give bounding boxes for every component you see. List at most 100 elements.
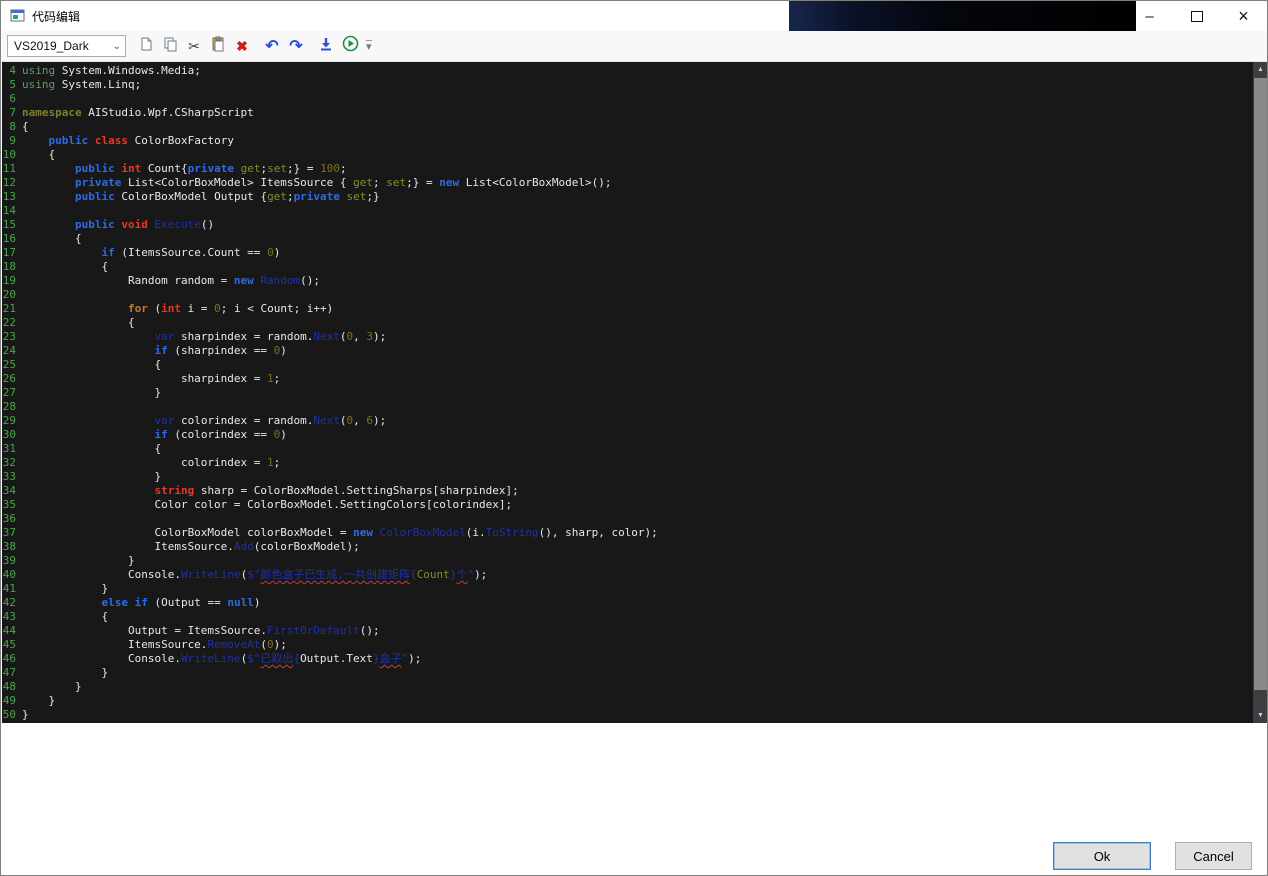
code-line[interactable]: 48 } xyxy=(2,680,1253,694)
code-line[interactable]: 10 { xyxy=(2,148,1253,162)
code-line[interactable]: 41 } xyxy=(2,582,1253,596)
code-line-text: } xyxy=(22,680,82,694)
scroll-down-arrow-icon[interactable]: ▼ xyxy=(1253,708,1268,723)
code-line[interactable]: 32 colorindex = 1; xyxy=(2,456,1253,470)
code-line[interactable]: 24 if (sharpindex == 0) xyxy=(2,344,1253,358)
code-line[interactable]: 30 if (colorindex == 0) xyxy=(2,428,1253,442)
code-line[interactable]: 12 private List<ColorBoxModel> ItemsSour… xyxy=(2,176,1253,190)
code-line[interactable]: 34 string sharp = ColorBoxModel.SettingS… xyxy=(2,484,1253,498)
undo-button[interactable]: ↶ xyxy=(260,34,284,58)
code-line[interactable]: 43 { xyxy=(2,610,1253,624)
toolbar: VS2019_Dark ⌄ ✂ xyxy=(2,31,1268,62)
code-line-text: { xyxy=(22,120,29,134)
code-line-text: } xyxy=(22,582,108,596)
scroll-up-arrow-icon[interactable]: ▲ xyxy=(1253,62,1268,77)
code-line[interactable]: 47 } xyxy=(2,666,1253,680)
code-line[interactable]: 19 Random random = new Random(); xyxy=(2,274,1253,288)
code-line[interactable]: 17 if (ItemsSource.Count == 0) xyxy=(2,246,1253,260)
code-line[interactable]: 46 Console.WriteLine($"已取出{Output.Text}盒… xyxy=(2,652,1253,666)
code-line[interactable]: 18 { xyxy=(2,260,1253,274)
cancel-button[interactable]: Cancel xyxy=(1175,842,1252,870)
code-line[interactable]: 7namespace AIStudio.Wpf.CSharpScript xyxy=(2,106,1253,120)
code-line[interactable]: 38 ItemsSource.Add(colorBoxModel); xyxy=(2,540,1253,554)
run-button[interactable] xyxy=(338,34,362,58)
line-number: 13 xyxy=(2,190,16,204)
redo-button[interactable]: ↷ xyxy=(284,34,308,58)
code-line-text: { xyxy=(22,358,161,372)
code-line[interactable]: 9 public class ColorBoxFactory xyxy=(2,134,1253,148)
line-number: 29 xyxy=(2,414,16,428)
code-line[interactable]: 31 { xyxy=(2,442,1253,456)
code-line-text: sharpindex = 1; xyxy=(22,372,280,386)
code-editor[interactable]: 4using System.Windows.Media;5using Syste… xyxy=(2,62,1268,723)
code-line-text: Console.WriteLine($"已取出{Output.Text}盒子")… xyxy=(22,652,421,666)
code-line[interactable]: 21 for (int i = 0; i < Count; i++) xyxy=(2,302,1253,316)
code-line[interactable]: 15 public void Execute() xyxy=(2,218,1253,232)
code-line[interactable]: 45 ItemsSource.RemoveAt(0); xyxy=(2,638,1253,652)
code-line[interactable]: 6 xyxy=(2,92,1253,106)
toolbar-overflow-icon[interactable]: ▾ xyxy=(366,40,372,53)
line-number: 46 xyxy=(2,652,16,666)
code-line-text: public void Execute() xyxy=(22,218,214,232)
code-line-text: using System.Windows.Media; xyxy=(22,64,201,78)
code-line[interactable]: 44 Output = ItemsSource.FirstOrDefault()… xyxy=(2,624,1253,638)
close-icon: × xyxy=(1238,6,1249,27)
line-number: 38 xyxy=(2,540,16,554)
code-lines: 4using System.Windows.Media;5using Syste… xyxy=(2,64,1253,722)
line-number: 8 xyxy=(2,120,16,134)
code-line[interactable]: 29 var colorindex = random.Next(0, 6); xyxy=(2,414,1253,428)
code-line-text: { xyxy=(22,442,161,456)
line-number: 47 xyxy=(2,666,16,680)
app-icon xyxy=(10,9,26,23)
copy-button[interactable] xyxy=(158,34,182,58)
code-line[interactable]: 13 public ColorBoxModel Output {get;priv… xyxy=(2,190,1253,204)
code-line[interactable]: 20 xyxy=(2,288,1253,302)
line-number: 16 xyxy=(2,232,16,246)
code-line[interactable]: 42 else if (Output == null) xyxy=(2,596,1253,610)
code-line-text: public ColorBoxModel Output {get;private… xyxy=(22,190,380,204)
code-line[interactable]: 8{ xyxy=(2,120,1253,134)
maximize-button[interactable] xyxy=(1173,1,1220,31)
new-file-button[interactable] xyxy=(134,34,158,58)
code-line[interactable]: 23 var sharpindex = random.Next(0, 3); xyxy=(2,330,1253,344)
code-line[interactable]: 27 } xyxy=(2,386,1253,400)
code-line-text: { xyxy=(22,148,55,162)
code-line-text: Random random = new Random(); xyxy=(22,274,320,288)
code-line[interactable]: 11 public int Count{private get;set;} = … xyxy=(2,162,1253,176)
vertical-scrollbar[interactable]: ▲ ▼ xyxy=(1253,62,1268,723)
code-line[interactable]: 28 xyxy=(2,400,1253,414)
code-line[interactable]: 14 xyxy=(2,204,1253,218)
code-line[interactable]: 4using System.Windows.Media; xyxy=(2,64,1253,78)
code-line[interactable]: 22 { xyxy=(2,316,1253,330)
code-line[interactable]: 33 } xyxy=(2,470,1253,484)
code-line[interactable]: 36 xyxy=(2,512,1253,526)
code-line[interactable]: 25 { xyxy=(2,358,1253,372)
code-line[interactable]: 16 { xyxy=(2,232,1253,246)
code-line[interactable]: 40 Console.WriteLine($"颜色盒子已生成,一共创建矩阵{Co… xyxy=(2,568,1253,582)
code-line-text: namespace AIStudio.Wpf.CSharpScript xyxy=(22,106,254,120)
code-line[interactable]: 26 sharpindex = 1; xyxy=(2,372,1253,386)
paste-button[interactable] xyxy=(206,34,230,58)
code-line[interactable]: 49 } xyxy=(2,694,1253,708)
ok-button[interactable]: Ok xyxy=(1053,842,1151,870)
line-number: 5 xyxy=(2,78,16,92)
import-button[interactable] xyxy=(314,34,338,58)
cut-button[interactable]: ✂ xyxy=(182,34,206,58)
code-line[interactable]: 50} xyxy=(2,708,1253,722)
code-line-text: { xyxy=(22,260,108,274)
code-line[interactable]: 5using System.Linq; xyxy=(2,78,1253,92)
new-file-icon xyxy=(138,36,154,57)
minimize-button[interactable]: – xyxy=(1126,1,1173,31)
scrollbar-thumb[interactable] xyxy=(1254,78,1267,690)
code-line[interactable]: 35 Color color = ColorBoxModel.SettingCo… xyxy=(2,498,1253,512)
line-number: 24 xyxy=(2,344,16,358)
code-line-text: var colorindex = random.Next(0, 6); xyxy=(22,414,386,428)
theme-dropdown[interactable]: VS2019_Dark ⌄ xyxy=(7,35,126,57)
line-number: 9 xyxy=(2,134,16,148)
code-line[interactable]: 37 ColorBoxModel colorBoxModel = new Col… xyxy=(2,526,1253,540)
line-number: 27 xyxy=(2,386,16,400)
delete-button[interactable]: ✖ xyxy=(230,34,254,58)
window-title: 代码编辑 xyxy=(32,8,80,25)
close-button[interactable]: × xyxy=(1220,1,1267,31)
code-line[interactable]: 39 } xyxy=(2,554,1253,568)
